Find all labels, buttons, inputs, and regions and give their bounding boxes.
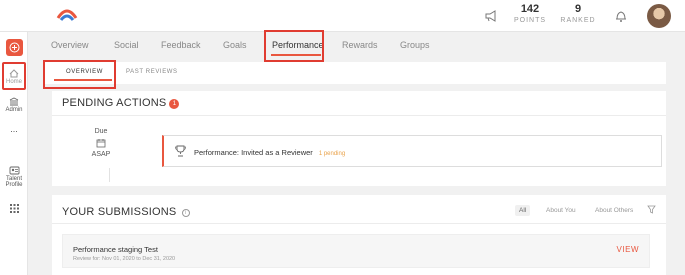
main-tabs: Overview Social Feedback Goals Performan… <box>28 32 685 60</box>
tab-overview[interactable]: Overview <box>51 40 89 50</box>
tab-groups[interactable]: Groups <box>400 40 430 50</box>
due-block: Due ASAP <box>81 128 121 158</box>
sidebar-item-label: Talent Profile <box>5 176 23 188</box>
trophy-icon <box>175 145 186 160</box>
ranked-value: 9 <box>574 3 582 15</box>
submissions-title: YOUR SUBMISSIONS i <box>62 206 190 218</box>
plus-icon <box>9 42 20 53</box>
submission-card[interactable]: Performance staging Test Review for: Nov… <box>62 234 650 268</box>
avatar[interactable] <box>647 4 671 28</box>
calendar-icon <box>96 138 106 148</box>
sidebar-item-admin[interactable]: Admin <box>2 97 26 113</box>
info-icon[interactable]: i <box>181 209 190 217</box>
pending-actions-title-text: PENDING ACTIONS <box>62 97 167 109</box>
filter-about-you[interactable]: About You <box>546 207 576 214</box>
submission-title: Performance staging Test <box>73 245 158 254</box>
pending-count-badge: 1 <box>169 99 180 109</box>
highlight-overview-subtab <box>43 60 116 89</box>
sidebar-item-label: Home <box>5 79 22 85</box>
grid-icon[interactable] <box>2 204 26 214</box>
tab-rewards[interactable]: Rewards <box>342 40 378 50</box>
sidebar-item-home[interactable]: Home <box>2 62 26 90</box>
pending-status: 1 pending <box>318 151 346 157</box>
submissions-title-text: YOUR SUBMISSIONS <box>62 206 177 218</box>
points-value: 142 <box>520 3 540 15</box>
sidebar-item-talent-profile[interactable]: Talent Profile <box>2 166 26 188</box>
megaphone-icon[interactable] <box>481 6 501 26</box>
pending-divider <box>52 115 666 116</box>
due-label: Due <box>94 128 108 135</box>
add-button[interactable] <box>6 39 23 56</box>
logo-icon[interactable] <box>56 6 78 26</box>
subtab-past-reviews[interactable]: PAST REVIEWS <box>126 69 178 75</box>
filter-all[interactable]: All <box>515 205 531 216</box>
tab-feedback[interactable]: Feedback <box>161 40 201 50</box>
bell-icon[interactable] <box>611 6 631 26</box>
filter-icon[interactable] <box>647 205 656 217</box>
points-label: POINTS <box>513 17 547 24</box>
points-stat[interactable]: 142 POINTS <box>510 3 550 26</box>
tab-social[interactable]: Social <box>114 40 139 50</box>
ranked-stat[interactable]: 9 RANKED <box>558 3 598 26</box>
talent-profile-icon <box>9 166 19 175</box>
admin-icon <box>9 97 19 106</box>
home-icon <box>9 69 19 78</box>
tab-goals[interactable]: Goals <box>223 40 247 50</box>
pending-action-label: Performance: Invited as a Reviewer <box>194 148 313 157</box>
timeline-line <box>109 168 110 182</box>
pending-action-text: Performance: Invited as a Reviewer 1 pend… <box>194 148 345 157</box>
due-value: ASAP <box>91 151 111 158</box>
top-bar: 142 POINTS 9 RANKED <box>0 0 685 32</box>
pending-action-card[interactable]: Performance: Invited as a Reviewer 1 pend… <box>162 135 662 167</box>
highlight-performance-tab <box>264 30 324 62</box>
sub-tabs: OVERVIEW PAST REVIEWS <box>44 62 666 84</box>
more-icon[interactable]: ... <box>2 124 26 134</box>
sidebar-item-label: Admin <box>5 107 23 113</box>
submissions-divider <box>52 223 666 224</box>
left-sidebar: Home Admin ... Talent Profile <box>0 32 28 275</box>
submission-subtitle: Review for: Nov 01, 2020 to Dec 31, 2020 <box>73 256 176 262</box>
pending-actions-title: PENDING ACTIONS 1 <box>62 97 180 109</box>
sidebar-item-label: ... <box>10 124 18 134</box>
view-button[interactable]: VIEW <box>617 245 639 254</box>
filter-about-others[interactable]: About Others <box>595 207 633 214</box>
ranked-label: RANKED <box>560 17 596 24</box>
